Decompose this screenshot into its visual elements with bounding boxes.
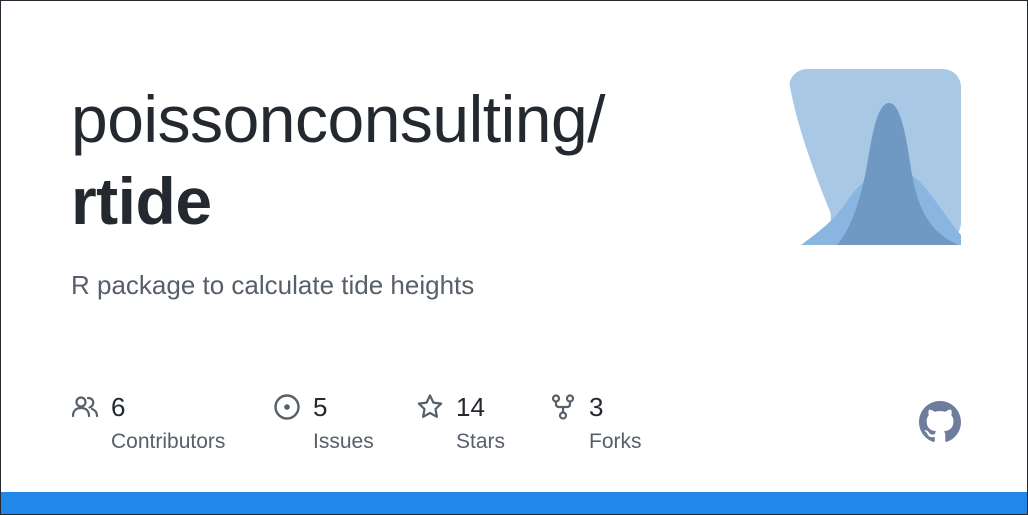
repo-owner[interactable]: poissonconsulting/	[71, 79, 606, 159]
star-icon	[417, 394, 443, 418]
repo-description: R package to calculate tide heights	[71, 270, 475, 300]
repo-name[interactable]: rtide	[71, 161, 212, 241]
issues-count: 5	[313, 392, 328, 422]
contributors-count: 6	[111, 392, 126, 422]
issue-icon	[274, 394, 300, 420]
github-mark-icon[interactable]	[919, 401, 961, 443]
stars-label: Stars	[456, 430, 506, 453]
contributors-label: Contributors	[111, 430, 226, 453]
forks-label: Forks	[589, 430, 642, 453]
stars-count: 14	[456, 392, 485, 422]
social-preview-card: poissonconsulting/ rtide R package to ca…	[0, 0, 1028, 515]
accent-bar	[1, 492, 1027, 514]
issues-label: Issues	[313, 430, 374, 453]
forks-count: 3	[589, 392, 604, 422]
fork-icon	[551, 394, 575, 420]
people-icon	[71, 396, 99, 418]
repo-logo-image	[789, 69, 961, 245]
